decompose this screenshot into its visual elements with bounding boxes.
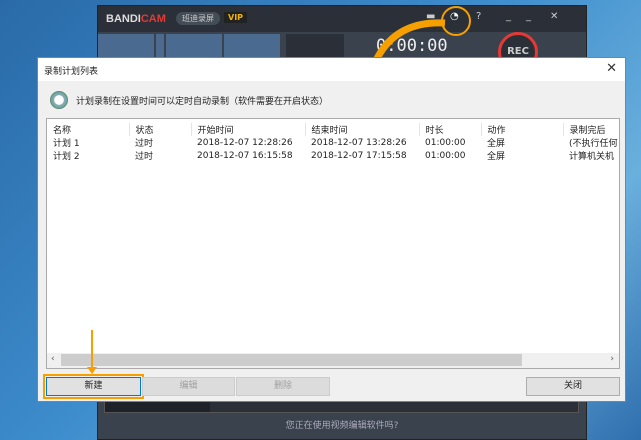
cell: 01:00:00 [425, 150, 466, 161]
dialog-title: 录制计划列表 [44, 67, 99, 77]
cell: 计划 2 [53, 152, 80, 162]
schedule-list[interactable]: 名称 状态 开始时间 结束时间 时长 动作 录制完后 计划 1 过时 2018-12… [46, 118, 620, 369]
cell: 01:00:00 [425, 137, 466, 148]
column-header[interactable]: 开始时间 [191, 123, 306, 136]
column-header[interactable]: 状态 [129, 123, 192, 136]
app-titlebar: BANDICAM 班迪录屏 VIP ▬ ◔ ? _ _ ✕ [98, 6, 586, 36]
header-row: 名称 状态 开始时间 结束时间 时长 动作 录制完后 [47, 123, 619, 136]
column-header[interactable]: 录制完后 [563, 123, 619, 136]
schedule-dialog: 录制计划列表 ✕ 计划录制在设置时间可以定时自动录制（软件需要在开启状态） 名称… [37, 57, 626, 402]
vip-badge: VIP [224, 12, 248, 23]
column-header[interactable]: 结束时间 [305, 123, 420, 136]
info-text: 计划录制在设置时间可以定时自动录制（软件需要在开启状态） [76, 96, 329, 107]
cell: 2018-12-07 17:15:58 [311, 150, 407, 161]
app-close-button[interactable]: ✕ [550, 11, 558, 22]
dialog-titlebar: 录制计划列表 ✕ [38, 58, 625, 81]
minimize-button[interactable]: _ [526, 11, 531, 22]
table-row[interactable]: 计划 2 过时 2018-12-07 16:15:58 2018-12-07 17:1… [47, 149, 619, 163]
hint-text[interactable]: 您正在使用视频编辑软件吗? [98, 418, 586, 431]
cell: 2018-12-07 13:28:26 [311, 137, 407, 148]
cell: 2018-12-07 16:15:58 [197, 150, 293, 161]
scroll-left-icon[interactable]: ‹ [51, 354, 55, 364]
cell: 全屏 [487, 139, 506, 149]
mini-button[interactable]: _ [506, 11, 511, 22]
cell: 计算机关机 [569, 152, 615, 162]
column-header[interactable]: 时长 [419, 123, 482, 136]
new-button[interactable]: 新建 [43, 374, 144, 399]
logo: BANDICAM [106, 13, 166, 25]
help-button[interactable]: ? [476, 11, 481, 22]
cell: 全屏 [487, 152, 506, 162]
horizontal-scrollbar[interactable]: ‹ › [47, 353, 619, 368]
schedule-clock-icon [50, 91, 68, 109]
close-button[interactable]: 关闭 [526, 377, 620, 396]
scroll-thumb[interactable] [61, 354, 522, 366]
schedule-clock-icon[interactable]: ◔ [450, 11, 459, 22]
delete-button[interactable]: 删除 [236, 377, 330, 396]
cell: (不执行任何 [569, 139, 618, 149]
column-header[interactable]: 名称 [47, 123, 130, 136]
cell: 过时 [135, 139, 154, 149]
pointer-arrow [91, 330, 93, 370]
edit-button[interactable]: 编辑 [142, 377, 235, 396]
brand-chip: 班迪录屏 [176, 12, 220, 25]
cell: 过时 [135, 152, 154, 162]
scroll-right-icon[interactable]: › [610, 354, 614, 364]
cell: 2018-12-07 12:28:26 [197, 137, 293, 148]
table-row[interactable]: 计划 1 过时 2018-12-07 12:28:26 2018-12-07 13:2… [47, 136, 619, 150]
pointer-arrowhead [87, 367, 97, 374]
dialog-close-icon[interactable]: ✕ [606, 61, 617, 76]
cell: 计划 1 [53, 139, 80, 149]
column-header[interactable]: 动作 [481, 123, 564, 136]
